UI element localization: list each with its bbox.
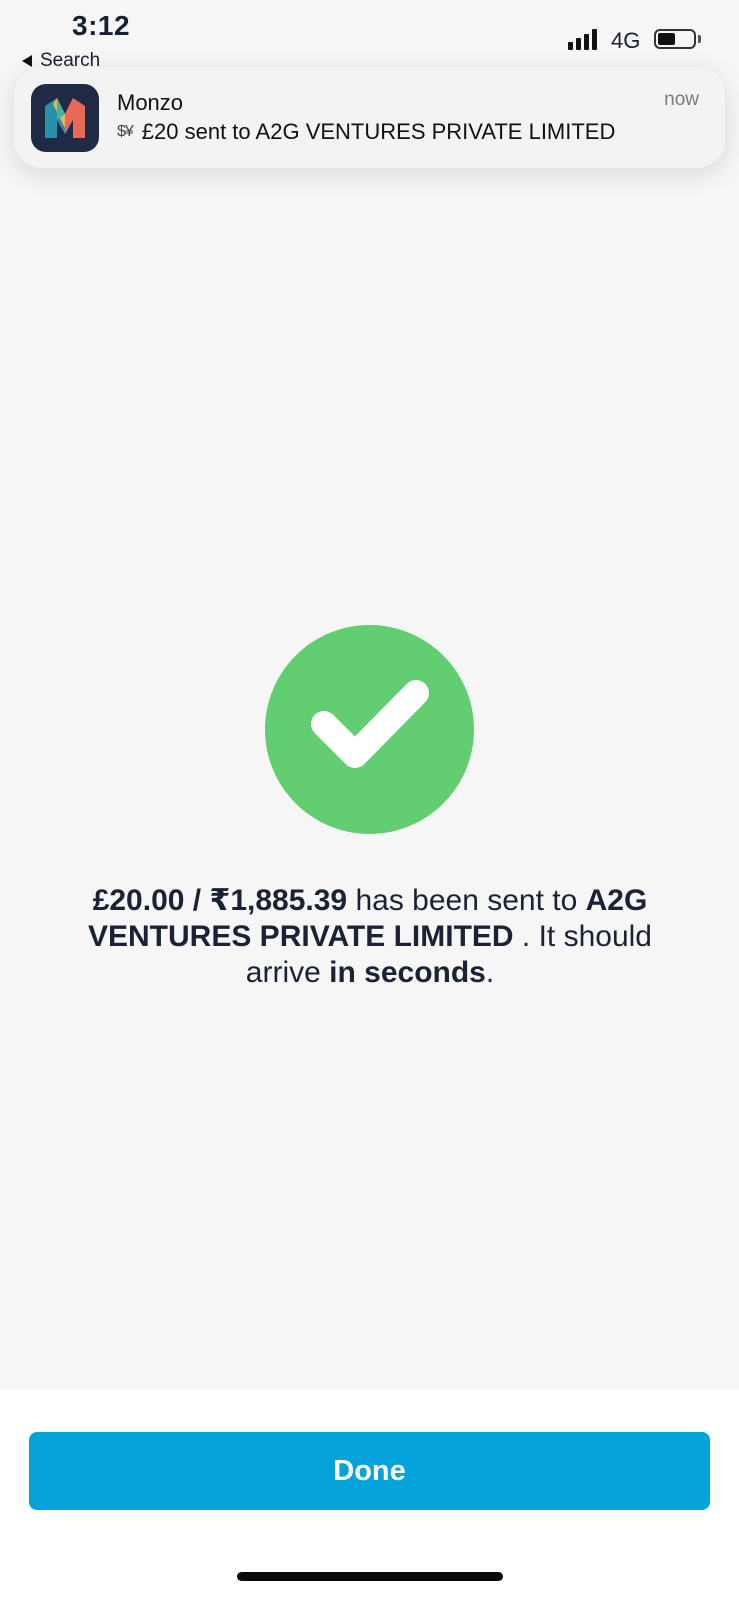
arrival-eta: in seconds	[329, 956, 486, 989]
status-time: 3:12	[72, 10, 131, 41]
checkmark-icon	[311, 680, 429, 768]
signal-strength-icon	[568, 28, 597, 50]
notification-message-row: $¥ £20 sent to A2G VENTURES PRIVATE LIMI…	[117, 119, 615, 145]
push-notification[interactable]: Monzo now $¥ £20 sent to A2G VENTURES PR…	[14, 67, 725, 168]
transfer-amount: £20.00 / ₹1,885.39	[92, 884, 348, 917]
notification-time: now	[664, 89, 699, 110]
message-text-part: .	[485, 956, 495, 989]
message-text-part: has been sent to	[347, 884, 586, 917]
notification-app-name: Monzo	[117, 90, 184, 115]
success-check-circle	[265, 625, 474, 834]
battery-nub	[698, 35, 701, 43]
home-indicator[interactable]	[237, 1572, 503, 1581]
battery-icon	[654, 29, 696, 49]
done-button[interactable]: Done	[29, 1432, 710, 1510]
back-arrow-icon	[22, 55, 32, 67]
status-bar: 3:12 Search 4G	[0, 0, 739, 71]
monzo-app-icon	[31, 84, 99, 152]
network-type: 4G	[611, 28, 641, 53]
success-message: £20.00 / ₹1,885.39 has been sent to A2G …	[70, 883, 670, 991]
notification-message: £20 sent to A2G VENTURES PRIVATE LIMITED	[141, 119, 616, 144]
currency-exchange-icon: $¥	[117, 123, 134, 140]
